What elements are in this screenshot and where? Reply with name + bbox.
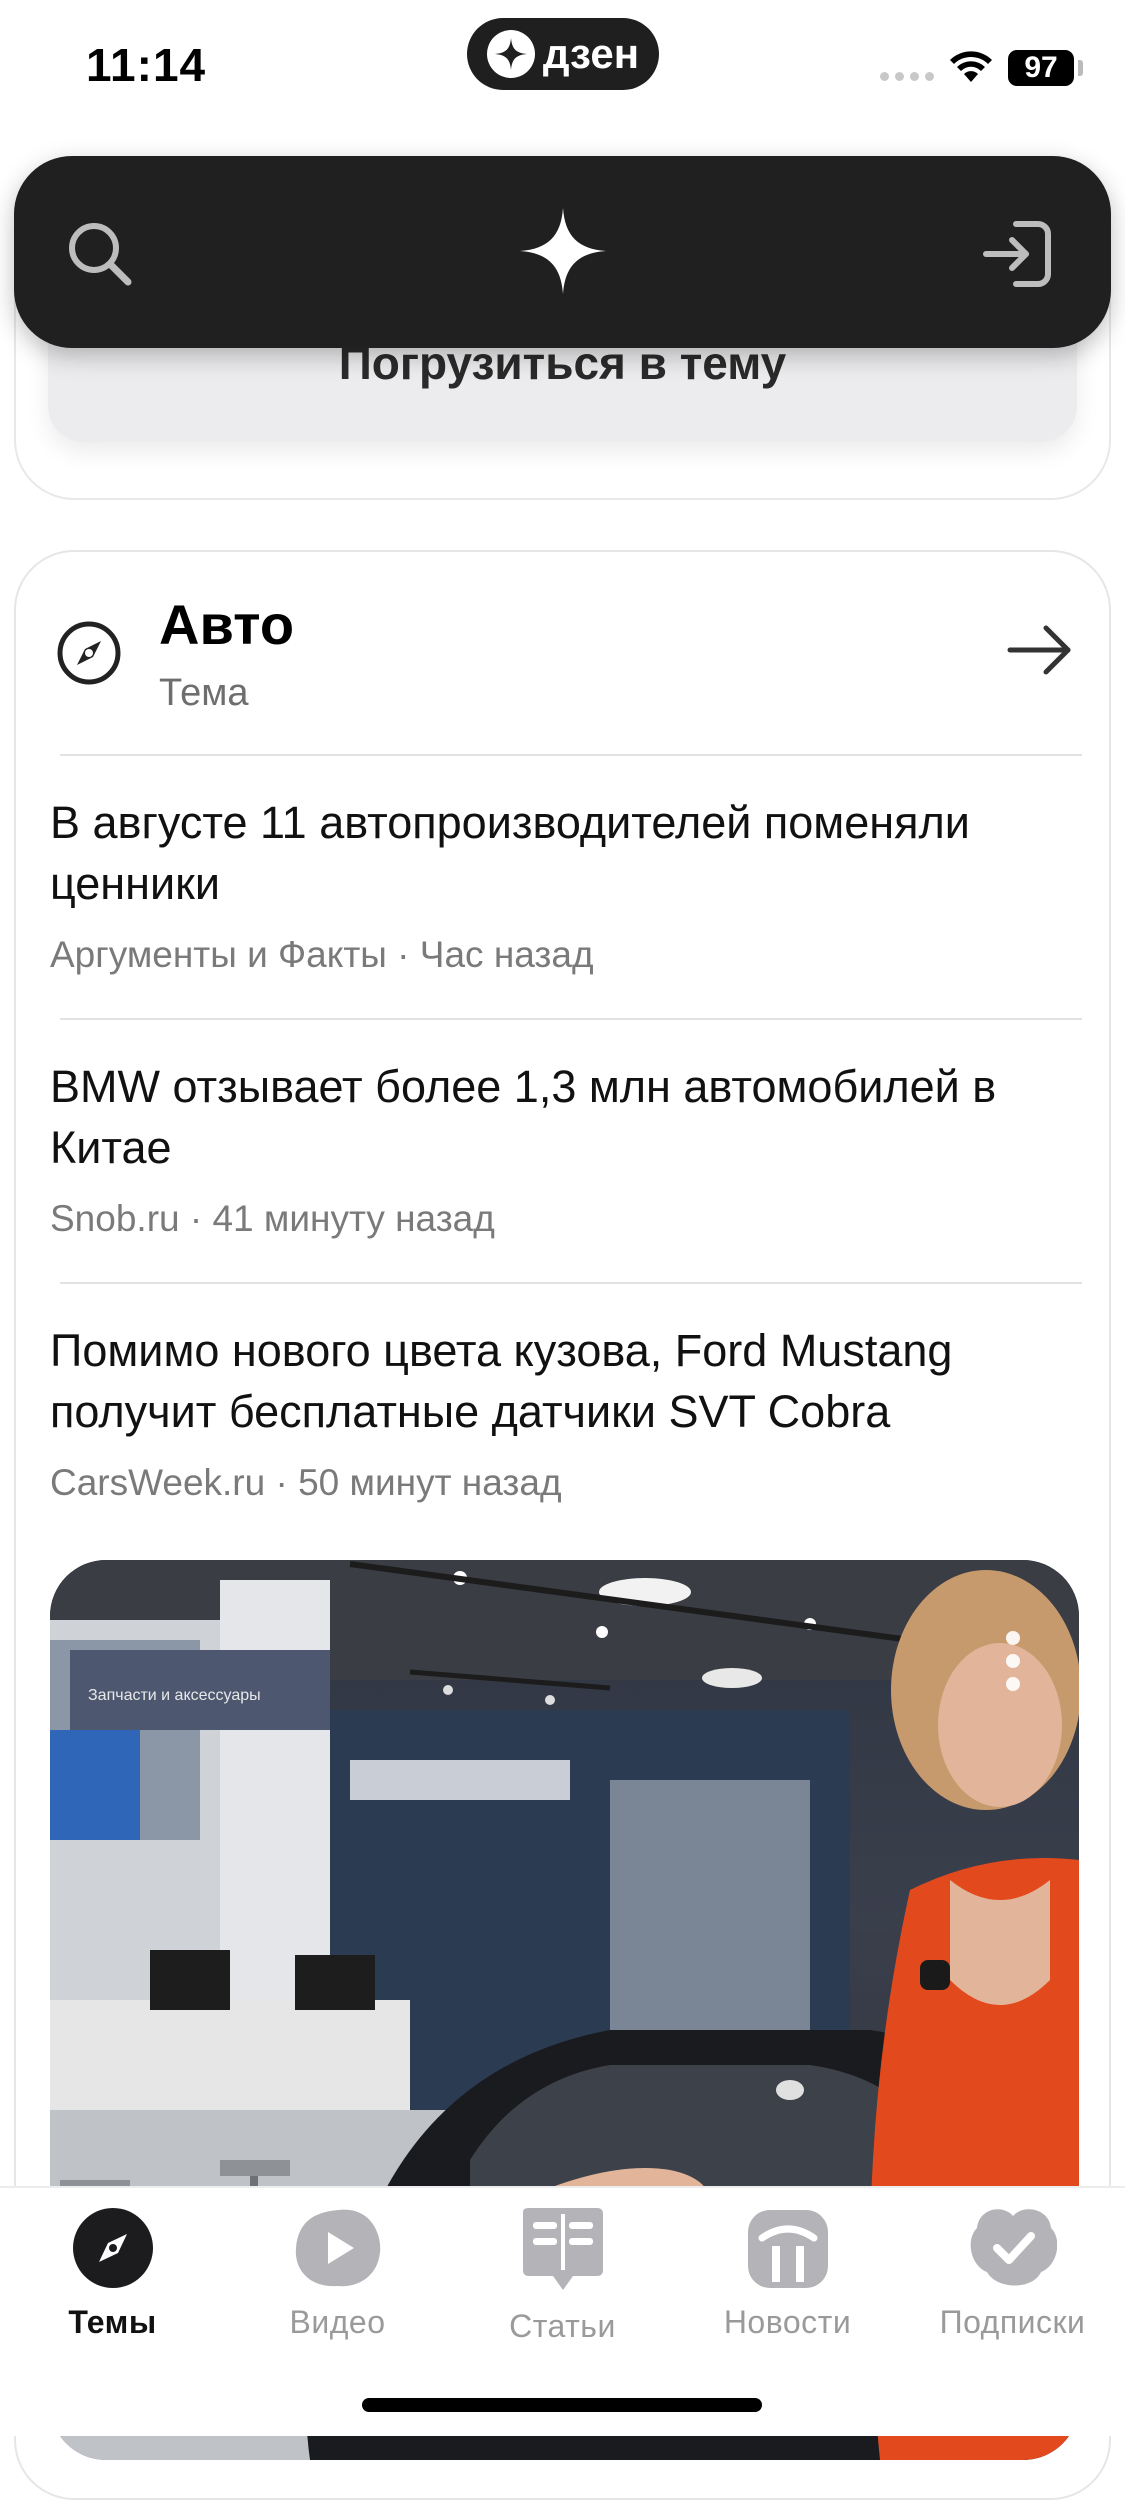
battery-indicator: 97 (1008, 50, 1074, 86)
status-bar: 11:14 дзен 97 (0, 0, 1125, 140)
divider (60, 1018, 1082, 1020)
divider (60, 1282, 1082, 1284)
news-meta: CarsWeek.ru · 50 минут назад (50, 1462, 562, 1503)
wifi-icon (950, 51, 992, 82)
news-time: Час назад (419, 934, 594, 975)
news-meta: Snob.ru · 41 минуту назад (50, 1198, 495, 1239)
arrow-right-icon[interactable] (1006, 620, 1076, 680)
topic-title: Авто (159, 593, 295, 656)
tab-label: Темы (68, 2304, 157, 2340)
articles-icon (522, 2208, 603, 2290)
news-source: Аргументы и Факты (50, 934, 387, 975)
news-title: Помимо нового цвета кузова, Ford Mustang… (50, 1325, 953, 1437)
tab-video[interactable]: Видео (225, 2206, 450, 2356)
tab-label: Статьи (509, 2308, 616, 2344)
news-icon (747, 2210, 828, 2288)
search-icon[interactable] (60, 214, 140, 294)
dzen-logo-icon (486, 30, 535, 78)
news-title: BMW отзывает более 1,3 млн автомобилей в… (50, 1061, 997, 1173)
news-item[interactable]: BMW отзывает более 1,3 млн автомобилей в… (50, 1056, 1090, 1240)
login-icon[interactable] (982, 218, 1054, 290)
news-meta: Аргументы и Факты · Час назад (50, 934, 594, 975)
tab-topics[interactable]: Темы (0, 2206, 225, 2356)
news-item[interactable]: В августе 11 автопроизводителей поменяли… (50, 792, 1090, 976)
more-options-icon[interactable] (998, 1626, 1028, 1696)
sparkle-icon[interactable] (518, 206, 608, 296)
status-time: 11:14 (86, 39, 207, 91)
tab-label: Видео (289, 2304, 386, 2340)
news-time: 41 минуту назад (212, 1198, 495, 1239)
tab-articles[interactable]: Статьи (450, 2206, 675, 2356)
home-indicator[interactable] (362, 2398, 762, 2412)
topic-subtitle: Тема (159, 672, 249, 714)
news-source: CarsWeek.ru (50, 1462, 266, 1503)
dzen-pill-label: дзен (542, 30, 640, 77)
news-time: 50 минут назад (298, 1462, 562, 1503)
topic-header[interactable]: Авто Тема (16, 552, 1109, 756)
tab-label: Подписки (939, 2304, 1086, 2340)
compass-icon (57, 621, 121, 685)
subscriptions-icon (970, 2209, 1057, 2286)
tab-news[interactable]: Новости (675, 2206, 900, 2356)
tab-subscriptions[interactable]: Подписки (900, 2206, 1125, 2356)
news-title: В августе 11 автопроизводителей поменяли… (50, 797, 970, 909)
compass-icon (72, 2208, 153, 2288)
play-icon (295, 2209, 380, 2287)
tab-label: Новости (723, 2304, 852, 2340)
divider (60, 754, 1082, 756)
dzen-app-pill[interactable]: дзен (467, 18, 659, 90)
news-source: Snob.ru (50, 1198, 180, 1239)
top-navigation-bar (14, 156, 1111, 348)
news-item[interactable]: Помимо нового цвета кузова, Ford Mustang… (50, 1320, 1090, 1504)
battery-tip (1078, 60, 1083, 76)
cellular-signal-icon (880, 72, 934, 81)
video-sign-text: Запчасти и аксессуары (88, 1687, 261, 1704)
